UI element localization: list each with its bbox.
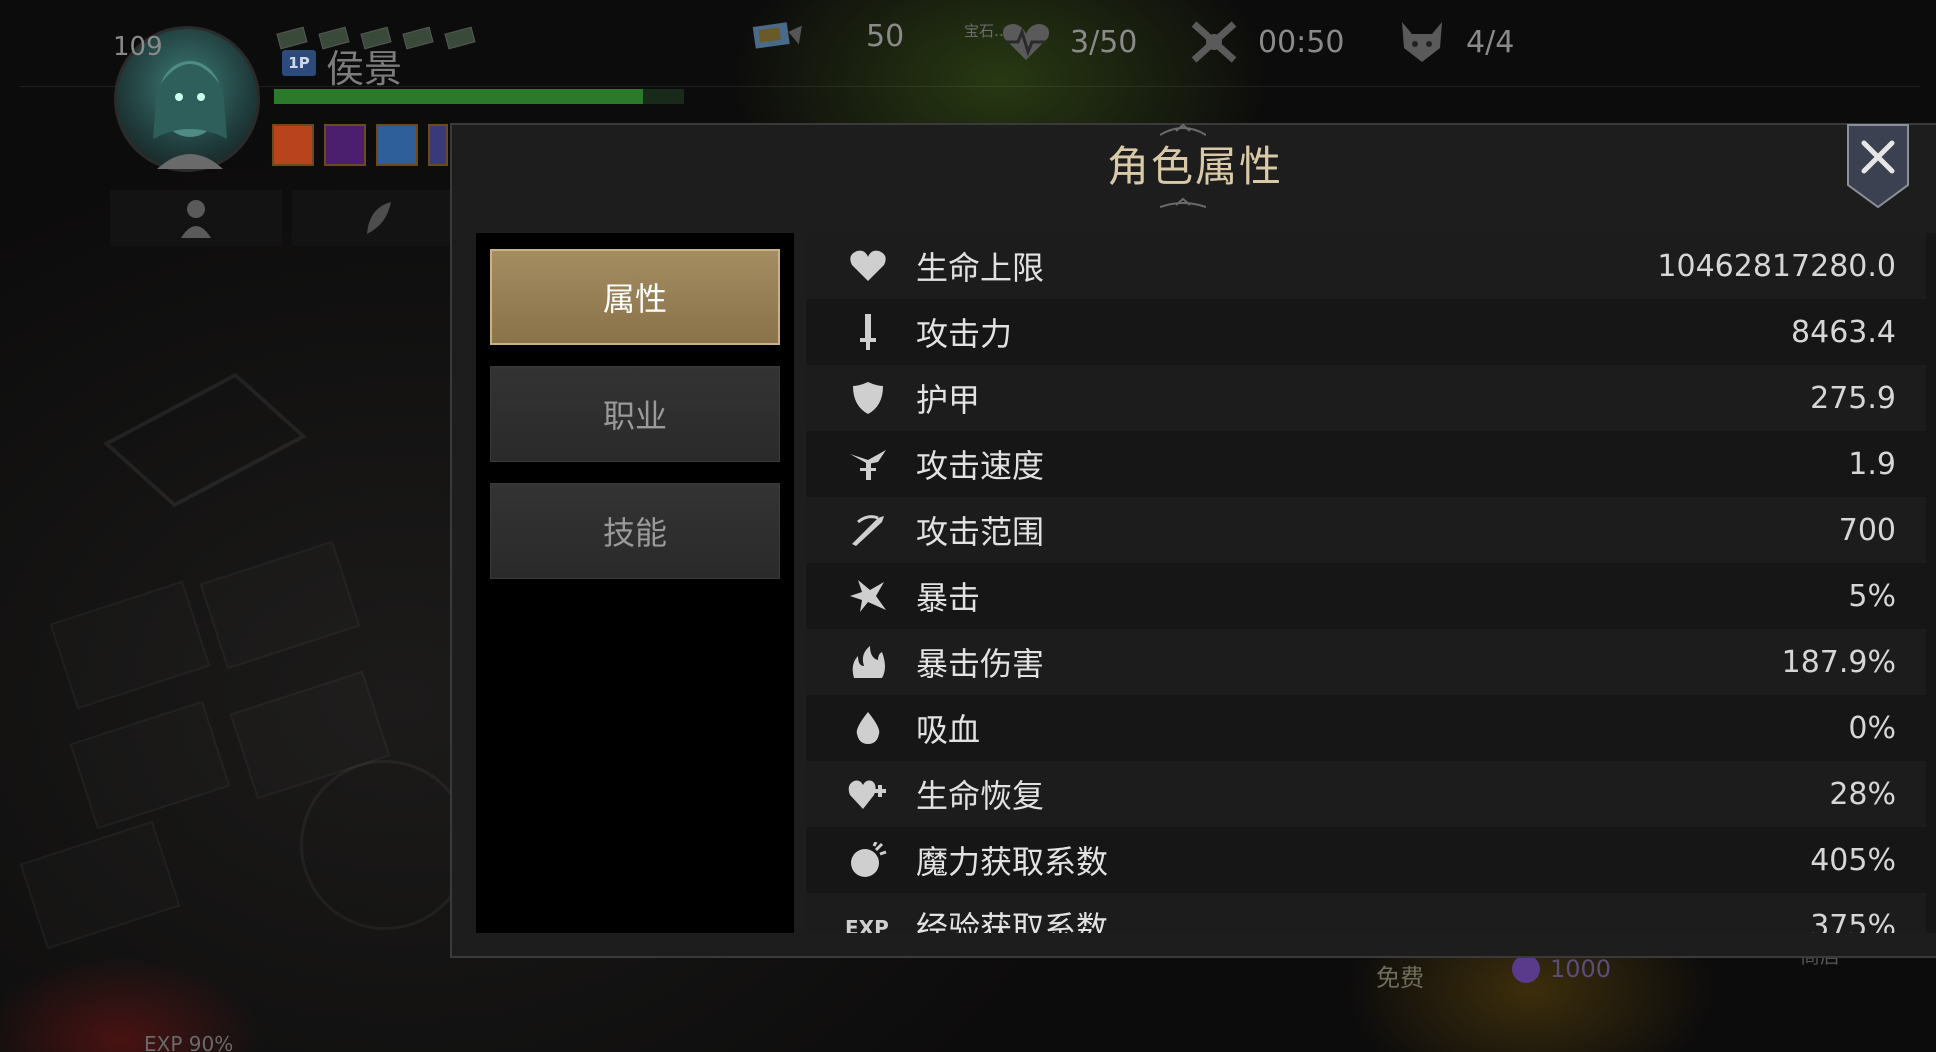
resource-count: 50 — [866, 18, 905, 54]
player-level: 109 — [113, 32, 163, 62]
dialog-title: 角色属性 — [1106, 142, 1283, 191]
attribute-value: 187.9% — [1781, 644, 1896, 680]
wing-icon — [840, 444, 896, 484]
demon-head-icon — [1396, 20, 1448, 64]
timer-display: 00:50 — [1188, 20, 1344, 64]
heart-plus-icon — [840, 774, 896, 814]
hud-tab-character[interactable] — [110, 190, 282, 246]
attribute-label: 攻击速度 — [916, 447, 1045, 485]
free-label[interactable]: 免费 — [1376, 958, 1424, 993]
player-name: 侯景 — [326, 47, 403, 91]
feather-icon — [367, 202, 391, 234]
attribute-row-max-hp: 生命上限 10462817280.0 — [806, 233, 1926, 299]
close-icon — [1847, 124, 1909, 209]
attribute-value: 8463.4 — [1791, 314, 1896, 350]
person-icon — [181, 200, 211, 238]
attribute-label: 生命恢复 — [916, 777, 1045, 815]
attribute-value: 5% — [1848, 578, 1896, 614]
attribute-value: 1.9 — [1848, 446, 1896, 482]
heart-monitor-icon — [1000, 20, 1052, 64]
skill-slot-arcane[interactable] — [324, 124, 366, 166]
player-hp-fill — [274, 89, 643, 104]
floor-tile — [199, 540, 361, 670]
timer-value: 00:50 — [1258, 24, 1345, 60]
cost-value: 1000 — [1550, 955, 1612, 983]
attribute-label: 魔力获取系数 — [916, 843, 1109, 881]
tab-profession[interactable]: 职业 — [490, 366, 780, 462]
range-icon — [840, 510, 896, 550]
tab-skills[interactable]: 技能 — [490, 483, 780, 579]
purple-gem-icon — [1512, 955, 1540, 983]
skill-slot-frost[interactable] — [376, 124, 418, 166]
title-ornament-bottom-icon — [1160, 197, 1206, 208]
blood-drop-icon — [840, 708, 896, 748]
sword-icon — [840, 312, 896, 352]
close-button[interactable] — [1846, 123, 1910, 209]
wave-count: 4/4 — [1466, 24, 1515, 60]
attribute-value: 275.9 — [1810, 380, 1896, 416]
svg-text:EXP: EXP — [845, 916, 889, 933]
attribute-row-attack-range: 攻击范围 700 — [806, 497, 1926, 563]
attribute-value: 700 — [1838, 512, 1896, 548]
floor-tile — [69, 700, 231, 830]
character-attributes-dialog: 角色属性 属性 职业 技能 生命上限 10462817280.0 攻击力 846… — [450, 123, 1936, 958]
attribute-label: 暴击伤害 — [916, 645, 1045, 683]
buff-icon — [276, 26, 308, 50]
resource-counter: 50 — [752, 14, 904, 58]
buff-icon — [402, 26, 434, 50]
attribute-value: 28% — [1829, 776, 1896, 812]
attribute-row-mana-gain: 魔力获取系数 405% — [806, 827, 1926, 893]
crit-icon — [840, 576, 896, 616]
flame-icon — [840, 642, 896, 682]
attribute-label: 护甲 — [916, 381, 981, 419]
floor-ring — [300, 760, 470, 930]
gem-count: 3/50 — [1070, 24, 1138, 60]
treasure-map-icon — [752, 14, 804, 58]
buff-icon — [444, 26, 476, 50]
attribute-value: 10462817280.0 — [1657, 248, 1896, 284]
attribute-list[interactable]: 生命上限 10462817280.0 攻击力 8463.4 护甲 275.9 攻… — [806, 233, 1936, 933]
attribute-label: 吸血 — [916, 711, 981, 749]
attribute-value: 0% — [1848, 710, 1896, 746]
floor-grate — [103, 372, 307, 508]
player-slot-badge: 1P — [282, 50, 316, 76]
attribute-row-hp-regen: 生命恢复 28% — [806, 761, 1926, 827]
heart-icon — [840, 246, 896, 286]
crossed-swords-icon — [1188, 20, 1240, 64]
attribute-row-armor: 护甲 275.9 — [806, 365, 1926, 431]
attribute-value: 405% — [1810, 842, 1896, 878]
wave-counter: 4/4 — [1396, 20, 1514, 64]
cost-display[interactable]: 1000 — [1512, 955, 1611, 983]
tab-attributes[interactable]: 属性 — [490, 249, 780, 345]
attribute-row-crit-damage: 暴击伤害 187.9% — [806, 629, 1926, 695]
attribute-value: 375% — [1810, 908, 1896, 934]
attribute-row-attack: 攻击力 8463.4 — [806, 299, 1926, 365]
attribute-row-exp-gain: EXP 经验获取系数 375% — [806, 893, 1926, 933]
dialog-header: 角色属性 — [452, 123, 1936, 208]
skill-bar — [272, 124, 448, 166]
exp-progress-text: EXP 90% — [144, 1032, 234, 1052]
skill-slot-partial[interactable] — [428, 124, 448, 166]
attribute-label: 攻击范围 — [916, 513, 1045, 551]
floor-tile — [49, 580, 211, 710]
shield-icon — [840, 378, 896, 418]
mana-orb-icon — [840, 840, 896, 880]
attribute-label: 生命上限 — [916, 249, 1045, 287]
gem-counter: 3/50 — [1000, 20, 1137, 64]
attribute-row-lifesteal: 吸血 0% — [806, 695, 1926, 761]
hud-tab-row — [110, 190, 464, 246]
attribute-label: 暴击 — [916, 579, 981, 617]
attribute-label: 经验获取系数 — [916, 909, 1109, 933]
dialog-tab-list: 属性 职业 技能 — [476, 233, 794, 933]
floor-tile — [19, 820, 181, 950]
player-hp-bar — [274, 89, 684, 104]
exp-icon: EXP — [840, 906, 896, 933]
hud-tab-gear[interactable] — [292, 190, 464, 246]
attribute-label: 攻击力 — [916, 315, 1013, 353]
attribute-row-crit: 暴击 5% — [806, 563, 1926, 629]
attribute-row-attack-speed: 攻击速度 1.9 — [806, 431, 1926, 497]
skill-slot-fire[interactable] — [272, 124, 314, 166]
